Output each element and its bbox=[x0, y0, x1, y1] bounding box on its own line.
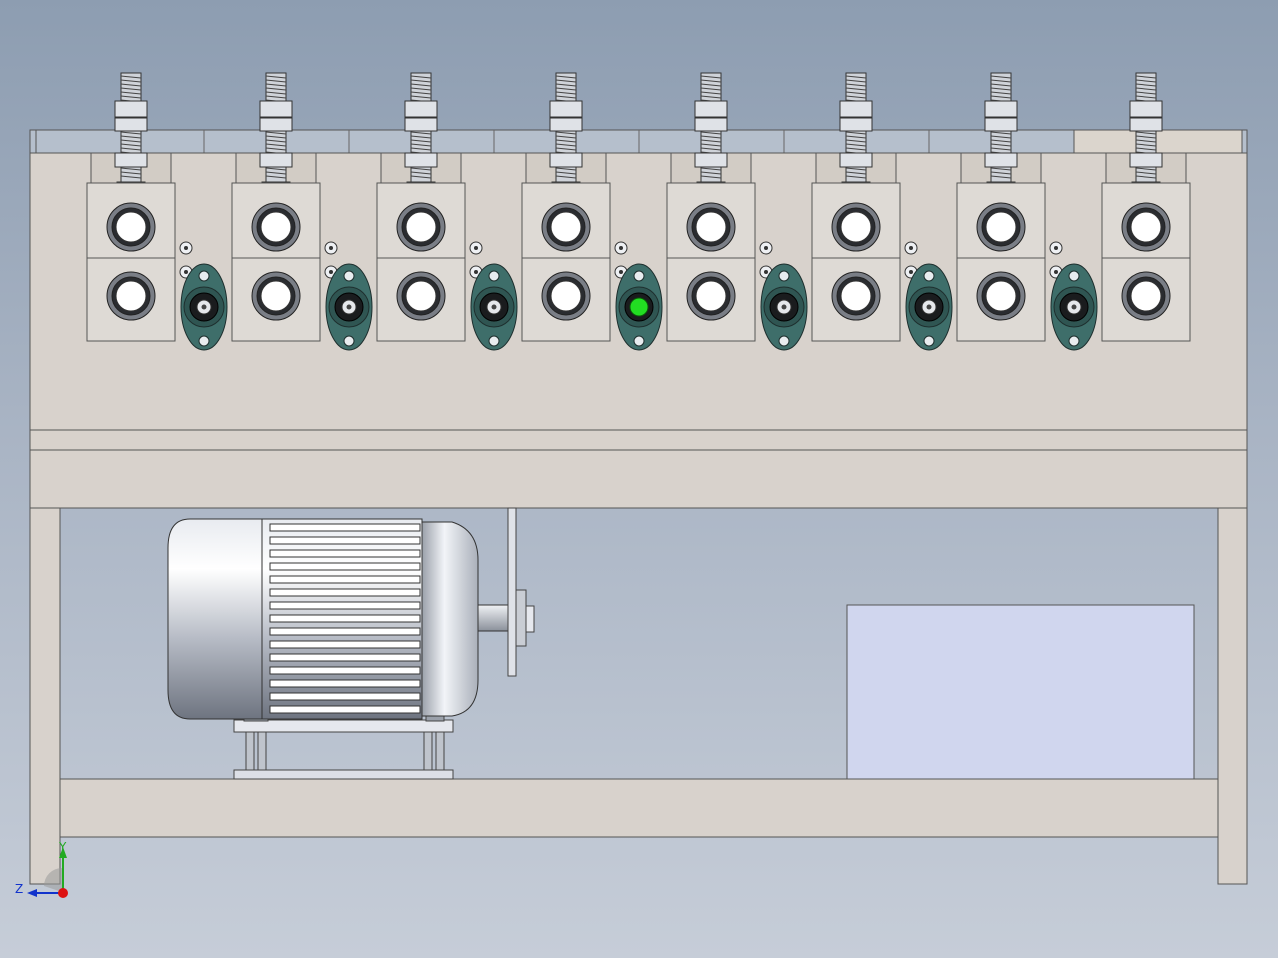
hex-nut bbox=[1129, 100, 1163, 118]
electric-motor[interactable] bbox=[167, 507, 535, 780]
lower-bearing-bore bbox=[1130, 280, 1162, 312]
hex-nut bbox=[549, 152, 583, 168]
upper-bearing-bore bbox=[695, 211, 727, 243]
lower-bearing-bore bbox=[115, 280, 147, 312]
lower-bearing-bore bbox=[260, 280, 292, 312]
cooling-fin bbox=[269, 536, 421, 545]
flange-bolt-hole bbox=[778, 270, 790, 282]
flange-bolt-hole bbox=[488, 270, 500, 282]
flange-bolt-hole bbox=[198, 270, 210, 282]
flange-bolt-hole bbox=[923, 270, 935, 282]
hex-nut bbox=[839, 117, 873, 132]
hex-nut bbox=[984, 117, 1018, 132]
hex-nut bbox=[259, 152, 293, 168]
upper-bearing-bore bbox=[1130, 211, 1162, 243]
mount-bolt-center bbox=[1054, 270, 1058, 274]
hex-nut bbox=[549, 117, 583, 132]
mount-bolt-center bbox=[764, 246, 768, 250]
flange-bolt-hole bbox=[1068, 335, 1080, 347]
upper-bearing-bore bbox=[405, 211, 437, 243]
flange-bolt-hole bbox=[923, 335, 935, 347]
cooling-fin bbox=[269, 562, 421, 571]
cooling-fin bbox=[269, 640, 421, 649]
mount-bolt-center bbox=[909, 246, 913, 250]
hex-nut bbox=[114, 152, 148, 168]
cooling-fin bbox=[269, 692, 421, 701]
flange-bolt-hole bbox=[633, 335, 645, 347]
mount-bolt-center bbox=[329, 270, 333, 274]
mount-bolt-center bbox=[764, 270, 768, 274]
flange-bolt-hole bbox=[633, 270, 645, 282]
hex-nut bbox=[1129, 152, 1163, 168]
upper-bearing-bore bbox=[115, 211, 147, 243]
hex-nut bbox=[259, 117, 293, 132]
mount-bolt-center bbox=[184, 270, 188, 274]
flange-bearing-shaft-center bbox=[1071, 304, 1077, 310]
mount-bolt-center bbox=[619, 270, 623, 274]
upper-bearing-bore bbox=[840, 211, 872, 243]
flange-bearing-shaft-center bbox=[201, 304, 207, 310]
z-axis-label: Z bbox=[15, 882, 23, 896]
mount-bolt-center bbox=[909, 270, 913, 274]
hex-nut bbox=[694, 100, 728, 118]
lower-bearing-bore bbox=[840, 280, 872, 312]
cooling-fin bbox=[269, 653, 421, 662]
cad-viewport[interactable]: Y Z bbox=[0, 0, 1278, 958]
lower-bearing-bore bbox=[985, 280, 1017, 312]
hex-nut bbox=[114, 117, 148, 132]
mount-bolt-center bbox=[329, 246, 333, 250]
hex-nut bbox=[549, 100, 583, 118]
cooling-fins bbox=[269, 523, 421, 714]
cooling-fin bbox=[269, 627, 421, 636]
flange-bolt-hole bbox=[198, 335, 210, 347]
upper-bearing-bore bbox=[985, 211, 1017, 243]
hex-nut bbox=[404, 117, 438, 132]
flange-bolt-hole bbox=[778, 335, 790, 347]
origin-dot bbox=[58, 888, 68, 898]
hex-nut bbox=[984, 152, 1018, 168]
hex-nut bbox=[839, 100, 873, 118]
mount-bolt-center bbox=[474, 246, 478, 250]
hex-nut bbox=[984, 100, 1018, 118]
cooling-fin bbox=[269, 549, 421, 558]
hex-nut bbox=[259, 100, 293, 118]
selected-shaft-highlight bbox=[629, 297, 649, 317]
flange-bearing-shaft-center bbox=[491, 304, 497, 310]
lower-bearing-bore bbox=[405, 280, 437, 312]
cooling-fin bbox=[269, 588, 421, 597]
hex-nut bbox=[404, 100, 438, 118]
flange-bearing-shaft-center bbox=[346, 304, 352, 310]
y-axis-label: Y bbox=[58, 840, 67, 854]
top-plate bbox=[29, 129, 1248, 154]
mount-bolt-center bbox=[184, 246, 188, 250]
cooling-fin bbox=[269, 705, 421, 714]
hex-nut bbox=[839, 152, 873, 168]
flange-bolt-hole bbox=[1068, 270, 1080, 282]
lower-bearing-bore bbox=[550, 280, 582, 312]
hex-nut bbox=[404, 152, 438, 168]
cooling-fin bbox=[269, 679, 421, 688]
cooling-fin bbox=[269, 666, 421, 675]
flange-bolt-hole bbox=[343, 335, 355, 347]
cooling-fin bbox=[269, 523, 421, 532]
cooling-fin bbox=[269, 575, 421, 584]
cooling-fin bbox=[269, 614, 421, 623]
mount-bolt-center bbox=[474, 270, 478, 274]
flange-bearing-shaft-center bbox=[781, 304, 787, 310]
hex-nut bbox=[1129, 117, 1163, 132]
hex-nut bbox=[694, 117, 728, 132]
mount-bolt-center bbox=[619, 246, 623, 250]
flange-bolt-hole bbox=[343, 270, 355, 282]
mount-bolt-center bbox=[1054, 246, 1058, 250]
upper-bearing-bore bbox=[260, 211, 292, 243]
hex-nut bbox=[114, 100, 148, 118]
cooling-fin bbox=[269, 601, 421, 610]
upper-bearing-bore bbox=[550, 211, 582, 243]
flange-bearing-shaft-center bbox=[926, 304, 932, 310]
hex-nut bbox=[694, 152, 728, 168]
flange-bolt-hole bbox=[488, 335, 500, 347]
control-box[interactable] bbox=[846, 604, 1195, 780]
lower-bearing-bore bbox=[695, 280, 727, 312]
